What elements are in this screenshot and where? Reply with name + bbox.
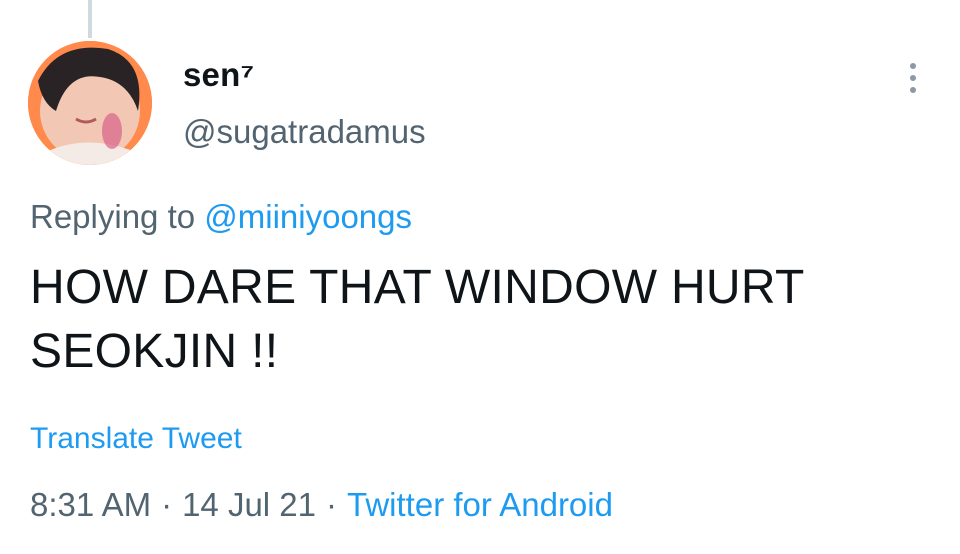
tweet-meta: 8:31 AM · 14 Jul 21 · Twitter for Android [30, 486, 613, 524]
replying-to-label: Replying to [30, 198, 205, 235]
thread-connector-line [88, 0, 92, 38]
avatar-image [28, 41, 152, 165]
more-options-button[interactable] [898, 58, 928, 98]
meta-separator: · [326, 486, 338, 523]
avatar[interactable] [28, 41, 152, 165]
tweet-text-line: SEOKJIN !! [30, 325, 279, 378]
tweet-date[interactable]: 14 Jul 21 [182, 486, 316, 523]
display-name[interactable]: sen⁷ [183, 56, 254, 94]
tweet-time[interactable]: 8:31 AM [30, 486, 151, 523]
translate-tweet-link[interactable]: Translate Tweet [30, 422, 242, 456]
reply-mention-link[interactable]: @miiniyoongs [204, 198, 412, 235]
tweet-text: HOW DARE THAT WINDOW HURT SEOKJIN !! [30, 256, 910, 384]
user-handle[interactable]: @sugatradamus [183, 113, 426, 151]
tweet-text-line: HOW DARE THAT WINDOW HURT [30, 261, 805, 314]
replying-to: Replying to @miiniyoongs [30, 198, 412, 236]
meta-separator: · [161, 486, 173, 523]
more-vertical-icon [910, 87, 916, 93]
tweet-source-link[interactable]: Twitter for Android [347, 486, 613, 523]
more-vertical-icon [910, 75, 916, 81]
more-vertical-icon [910, 63, 916, 69]
